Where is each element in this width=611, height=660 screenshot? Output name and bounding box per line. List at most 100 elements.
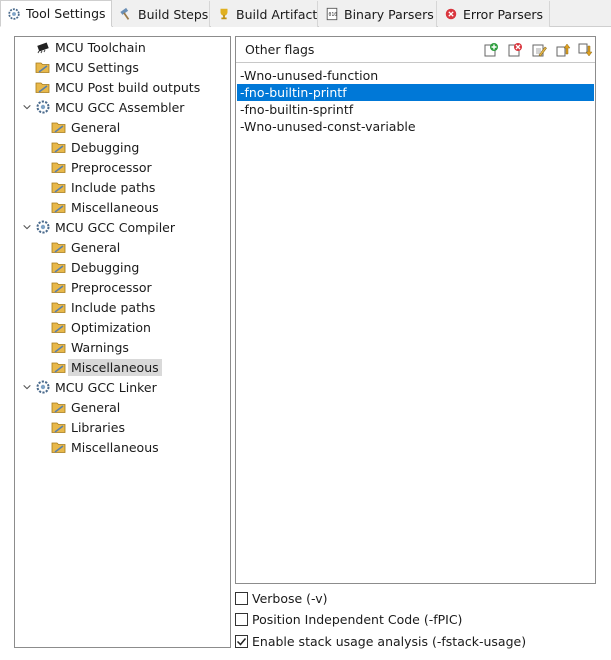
flag-value: -fno-builtin-printf	[240, 85, 347, 100]
binary-file-icon: 010	[325, 7, 339, 21]
settings-folder-icon	[51, 359, 67, 375]
tree-item-label: Libraries	[71, 419, 125, 435]
gear-icon	[35, 99, 51, 115]
tree-item-label: MCU GCC Linker	[55, 379, 157, 395]
tree-item-label: MCU Post build outputs	[55, 79, 201, 95]
tree-item-label: Miscellaneous	[71, 199, 159, 215]
tree-item-label: General	[71, 119, 121, 135]
tree-item-assembler-include-paths[interactable]: Include paths	[51, 177, 155, 197]
stack-usage-checkbox[interactable]: Enable stack usage analysis (-fstack-usa…	[235, 632, 526, 650]
add-button[interactable]	[482, 41, 500, 59]
flag-value: -fno-builtin-sprintf	[240, 102, 354, 117]
settings-folder-icon	[51, 259, 67, 275]
tree-item-assembler-general[interactable]: General	[51, 117, 120, 137]
tab-label: Error Parsers	[463, 6, 544, 22]
checkmark-icon	[236, 637, 247, 646]
tree-item-label: Debugging	[71, 139, 140, 155]
tree-item-linker-general[interactable]: General	[51, 397, 120, 417]
tree-item-label: Preprocessor	[71, 279, 152, 295]
settings-folder-icon	[35, 59, 51, 75]
tab-label: Tool Settings	[26, 6, 106, 21]
settings-folder-icon	[51, 439, 67, 455]
tree-item-mcu-gcc-linker[interactable]: MCU GCC Linker	[23, 377, 157, 397]
tree-item-assembler-preprocessor[interactable]: Preprocessor	[51, 157, 152, 177]
tree-item-label: Warnings	[71, 339, 129, 355]
tree-item-label: General	[71, 239, 121, 255]
tree-item-compiler-include-paths[interactable]: Include paths	[51, 297, 155, 317]
tree-item-mcu-post-build-outputs[interactable]: MCU Post build outputs	[35, 77, 200, 97]
checkbox-checked[interactable]	[235, 634, 248, 648]
tab-binary-parsers[interactable]: 010 Binary Parsers	[319, 1, 437, 27]
list-item[interactable]: -fno-builtin-sprintf	[237, 101, 594, 118]
settings-folder-icon	[51, 399, 67, 415]
tree-item-label: Include paths	[71, 179, 156, 195]
move-down-icon	[578, 43, 593, 57]
verbose-checkbox[interactable]: Verbose (-v)	[235, 589, 328, 607]
settings-folder-icon	[51, 139, 67, 155]
tab-build-artifact[interactable]: Build Artifact	[211, 1, 318, 27]
delete-icon	[508, 43, 522, 57]
error-icon	[444, 7, 458, 21]
chevron-down-icon[interactable]	[21, 221, 33, 233]
tree-item-compiler-preprocessor[interactable]: Preprocessor	[51, 277, 152, 297]
settings-folder-icon	[51, 319, 67, 335]
settings-folder-icon	[51, 159, 67, 175]
settings-folder-icon	[51, 179, 67, 195]
checkbox-unchecked[interactable]	[235, 612, 248, 626]
trophy-icon	[217, 7, 231, 21]
delete-button[interactable]	[506, 41, 524, 59]
tab-error-parsers[interactable]: Error Parsers	[438, 1, 550, 27]
tree-item-compiler-warnings[interactable]: Warnings	[51, 337, 129, 357]
tree-item-label: MCU GCC Compiler	[55, 219, 176, 235]
tree-item-label: Include paths	[71, 299, 156, 315]
tree-item-label: Preprocessor	[71, 159, 152, 175]
move-down-button[interactable]	[576, 41, 594, 59]
tree-item-compiler-miscellaneous[interactable]: Miscellaneous	[51, 357, 162, 377]
tree-item-mcu-settings[interactable]: MCU Settings	[35, 57, 139, 77]
tree-item-mcu-gcc-assembler[interactable]: MCU GCC Assembler	[23, 97, 184, 117]
tree-item-label: Miscellaneous	[71, 439, 159, 455]
list-item[interactable]: -Wno-unused-function	[237, 67, 594, 84]
settings-folder-icon	[51, 279, 67, 295]
tab-label: Binary Parsers	[344, 6, 434, 22]
tree-item-label: General	[71, 399, 121, 415]
settings-folder-icon	[35, 79, 51, 95]
tab-build-steps[interactable]: Build Steps	[113, 1, 210, 27]
edit-icon	[532, 44, 547, 57]
move-up-button[interactable]	[554, 41, 572, 59]
checkbox-label: Position Independent Code (-fPIC)	[252, 611, 463, 627]
tab-tool-settings[interactable]: Tool Settings	[0, 0, 112, 27]
tree-item-label: MCU Toolchain	[55, 39, 146, 55]
tree-item-mcu-gcc-compiler[interactable]: MCU GCC Compiler	[23, 217, 176, 237]
tree-item-compiler-general[interactable]: General	[51, 237, 120, 257]
other-flags-header: Other flags	[236, 37, 595, 63]
hammer-icon	[119, 7, 133, 21]
tree-item-label: Miscellaneous	[68, 358, 162, 376]
settings-folder-icon	[51, 119, 67, 135]
list-item-selected[interactable]: -fno-builtin-printf	[237, 84, 594, 101]
tab-label: Build Artifact	[236, 6, 318, 22]
checkbox-unchecked[interactable]	[235, 591, 248, 605]
flag-value: -Wno-unused-function	[240, 68, 379, 83]
settings-folder-icon	[51, 239, 67, 255]
settings-folder-icon	[51, 299, 67, 315]
tree-item-linker-miscellaneous[interactable]: Miscellaneous	[51, 437, 159, 457]
chevron-down-icon[interactable]	[21, 381, 33, 393]
tree-item-assembler-miscellaneous[interactable]: Miscellaneous	[51, 197, 159, 217]
settings-tree[interactable]: MCU Toolchain MCU Settings MCU Post buil…	[14, 36, 231, 648]
tree-item-linker-libraries[interactable]: Libraries	[51, 417, 125, 437]
tree-item-compiler-optimization[interactable]: Optimization	[51, 317, 151, 337]
other-flags-panel: Other flags -Wno-unused-function -fno-bu…	[235, 36, 596, 584]
tree-item-assembler-debugging[interactable]: Debugging	[51, 137, 139, 157]
tree-item-label: Debugging	[71, 259, 140, 275]
tree-item-label: MCU Settings	[55, 59, 139, 75]
checkbox-label: Enable stack usage analysis (-fstack-usa…	[252, 633, 527, 649]
gear-icon	[35, 379, 51, 395]
tree-item-mcu-toolchain[interactable]: MCU Toolchain	[35, 37, 146, 57]
list-item[interactable]: -Wno-unused-const-variable	[237, 118, 594, 135]
checkbox-label: Verbose (-v)	[252, 590, 328, 606]
chevron-down-icon[interactable]	[21, 101, 33, 113]
pic-checkbox[interactable]: Position Independent Code (-fPIC)	[235, 610, 462, 628]
tree-item-compiler-debugging[interactable]: Debugging	[51, 257, 139, 277]
edit-button[interactable]	[530, 41, 548, 59]
